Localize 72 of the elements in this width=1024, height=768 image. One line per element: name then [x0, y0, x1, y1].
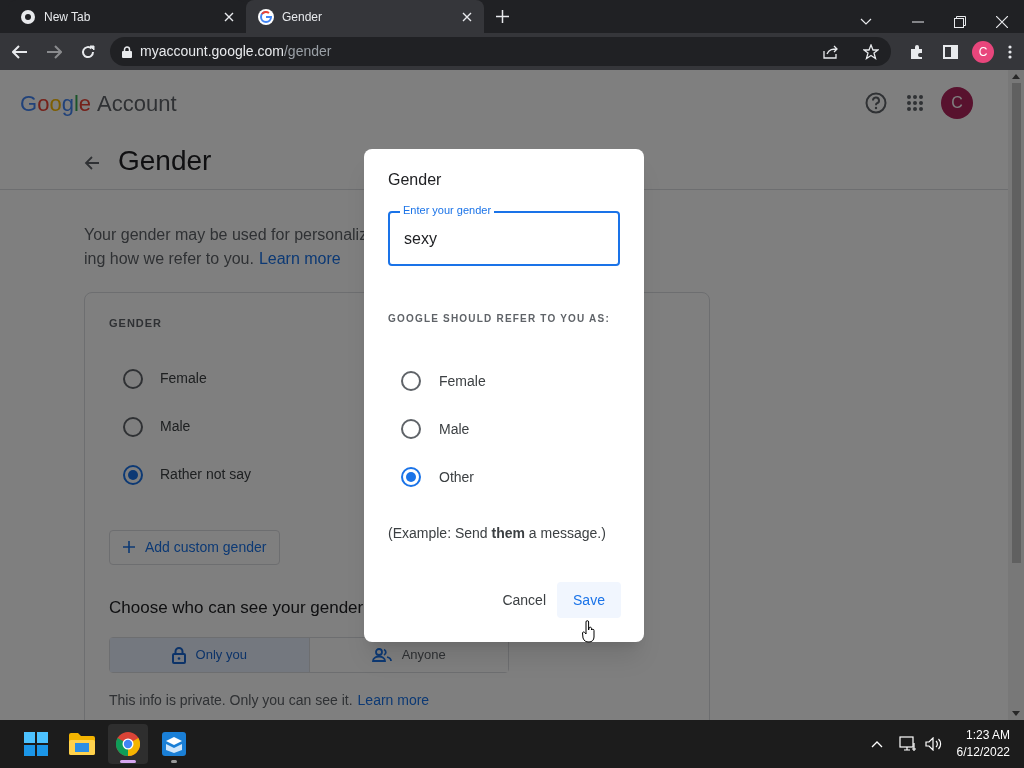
google-account-logo: Google Account	[20, 89, 177, 118]
more-vertical-icon[interactable]	[1008, 44, 1012, 59]
option-label: Other	[439, 467, 474, 487]
radio-button[interactable]	[123, 416, 143, 437]
option-label: Male	[160, 417, 191, 436]
save-button[interactable]: Save	[557, 582, 621, 618]
tab-title: New Tab	[44, 8, 92, 26]
people-icon	[371, 648, 392, 662]
close-icon[interactable]	[224, 11, 234, 22]
intro-text: Your gender may be used for personaliz	[84, 225, 368, 245]
visibility-option[interactable]: Anyone	[308, 638, 508, 672]
chevron-down-icon[interactable]	[860, 17, 872, 26]
scrollbar-thumb[interactable]	[1011, 83, 1021, 563]
clock-date: 6/12/2022	[956, 744, 1010, 761]
reload-icon[interactable]	[80, 43, 96, 60]
forward-arrow-icon	[46, 44, 62, 59]
restore-icon[interactable]	[954, 15, 966, 28]
clock[interactable]: 1:23 AM 6/12/2022	[956, 727, 1010, 761]
address-bar[interactable]: myaccount.google.com/gender	[110, 37, 891, 66]
folder-icon	[69, 733, 95, 755]
plus-icon[interactable]	[496, 10, 509, 23]
radio-button[interactable]	[401, 467, 421, 487]
section-label: GENDER	[109, 316, 163, 331]
radio-button[interactable]	[123, 464, 143, 485]
side-panel-icon[interactable]	[943, 44, 958, 59]
info-text: This info is private. Only you can see it.	[109, 691, 353, 710]
close-icon[interactable]	[996, 15, 1008, 28]
browser-tab[interactable]: Gender	[246, 0, 484, 33]
star-icon[interactable]	[863, 43, 879, 60]
radio-button[interactable]	[123, 368, 143, 389]
close-icon[interactable]	[462, 11, 472, 22]
radio-button[interactable]	[401, 419, 421, 439]
network-icon[interactable]	[898, 736, 917, 752]
help-icon[interactable]	[865, 92, 887, 114]
speaker-icon[interactable]	[924, 737, 943, 751]
tri-color-circle-icon	[116, 732, 140, 756]
cancel-button[interactable]: Cancel	[493, 582, 555, 618]
learn-more-link[interactable]: Learn more	[357, 690, 430, 711]
up-arrow-icon[interactable]	[1012, 74, 1020, 79]
url-text: myaccount.google.com/gender	[140, 42, 333, 61]
plus-icon	[123, 541, 135, 553]
apps-grid-icon[interactable]	[907, 95, 923, 111]
visibility-option[interactable]: Only you	[110, 638, 309, 672]
taskbar-app[interactable]	[108, 724, 148, 764]
option-label: Rather not say	[160, 465, 252, 484]
tab-title: Gender	[282, 8, 324, 26]
add-custom-gender-button[interactable]: Add custom gender	[109, 529, 281, 565]
option-label: Male	[439, 419, 470, 439]
section-label: GOOGLE SHOULD REFER TO YOU AS:	[388, 312, 611, 326]
option-label: Female	[160, 369, 207, 388]
lock-icon	[122, 45, 132, 58]
puzzle-icon[interactable]	[909, 43, 925, 60]
scrollbar[interactable]	[1008, 70, 1024, 720]
learn-more-link[interactable]: Learn more	[258, 247, 341, 271]
section-heading: Choose who can see your gender	[109, 596, 364, 619]
intro-text: ing how we refer to you.	[84, 249, 254, 269]
option-label: Female	[439, 371, 486, 391]
chevron-up-icon[interactable]	[870, 740, 883, 748]
clock-time: 1:23 AM	[965, 727, 1010, 744]
radio-button[interactable]	[401, 371, 421, 391]
down-arrow-icon[interactable]	[1012, 711, 1020, 716]
box-app-icon	[162, 732, 186, 756]
profile-avatar[interactable]: C	[972, 40, 994, 63]
minimize-icon[interactable]	[912, 20, 924, 23]
dialog-title: Gender	[388, 170, 443, 190]
colored-g-icon	[258, 8, 274, 25]
lock-icon	[171, 646, 186, 664]
share-icon[interactable]	[823, 44, 839, 59]
page-title: Gender	[118, 143, 212, 178]
account-avatar[interactable]: C	[941, 87, 973, 119]
example-text: (Example: Send them a message.)	[388, 524, 607, 543]
windows-start-icon	[24, 732, 48, 756]
